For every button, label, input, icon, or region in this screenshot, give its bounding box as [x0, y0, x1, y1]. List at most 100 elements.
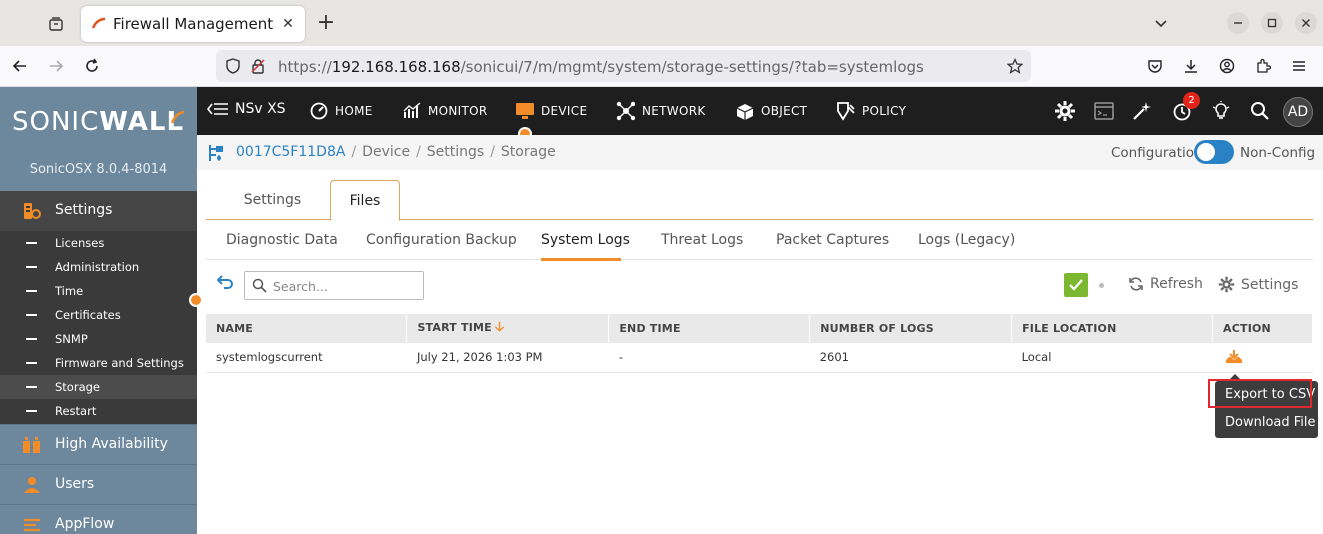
breadcrumb-device[interactable]: 0017C5F11D8A	[236, 144, 345, 160]
maximize-icon[interactable]	[1261, 12, 1283, 34]
forward-arrow-icon[interactable]	[44, 54, 68, 78]
url-path: /sonicui/7/m/mgmt/system/storage-setting…	[460, 58, 924, 76]
subtab-system-logs[interactable]: System Logs	[541, 232, 630, 248]
sidebar-item-label: Licenses	[55, 236, 105, 250]
sub-tabs: Diagnostic Data Configuration Backup Sys…	[206, 221, 1313, 261]
column-header-action: ACTION	[1212, 314, 1313, 343]
extensions-icon[interactable]	[1251, 54, 1275, 78]
back-arrow-icon[interactable]	[8, 54, 32, 78]
minimize-icon[interactable]	[1227, 12, 1249, 34]
search-box[interactable]	[244, 271, 424, 300]
logo-swoosh-icon	[171, 111, 185, 124]
close-window-icon[interactable]	[1295, 12, 1317, 34]
wizard-icon[interactable]	[1130, 99, 1154, 123]
column-header-end-time[interactable]: END TIME	[608, 314, 811, 343]
console-icon[interactable]	[1092, 99, 1116, 123]
notification-badge: 2	[1183, 92, 1200, 109]
address-bar[interactable]: https://192.168.168.168/sonicui/7/m/mgmt…	[216, 50, 1031, 82]
settings-button[interactable]: Settings	[1218, 276, 1298, 293]
chart-icon	[402, 101, 422, 121]
nav-label: POLICY	[862, 104, 907, 118]
settings-label: Settings	[1241, 276, 1299, 293]
sidebar-item-storage[interactable]: Storage	[0, 375, 197, 399]
sidebar-section-appflow[interactable]: AppFlow	[0, 504, 197, 534]
sidebar-item-label: Time	[55, 284, 84, 298]
account-icon[interactable]	[1215, 54, 1239, 78]
sidebar-section-settings[interactable]: Settings	[0, 191, 197, 231]
collapse-menu-icon	[207, 103, 228, 115]
close-tab-icon[interactable]: ✕	[279, 15, 297, 33]
sidebar-item-snmp[interactable]: SNMP	[0, 327, 197, 351]
nav-network[interactable]: NETWORK	[616, 101, 706, 121]
sidebar-item-label: Administration	[55, 260, 140, 274]
nav-device[interactable]: DEVICE	[515, 101, 587, 121]
new-tab-icon[interactable]: +	[314, 12, 338, 36]
tab-files[interactable]: Files	[330, 180, 400, 221]
download-icon[interactable]	[1179, 54, 1203, 78]
refresh-icon	[1129, 277, 1143, 291]
pocket-icon[interactable]	[1143, 54, 1167, 78]
sidebar-item-firmware[interactable]: Firmware and Settings	[0, 351, 197, 375]
config-mode-toggle[interactable]	[1194, 140, 1234, 164]
star-bookmark-icon[interactable]	[1006, 57, 1024, 75]
url-host: 192.168.168.168	[331, 58, 461, 76]
column-header-file-location[interactable]: FILE LOCATION	[1011, 314, 1213, 343]
browser-tab[interactable]: Firewall Management ✕	[81, 6, 305, 42]
gear-icon	[1218, 276, 1235, 293]
lock-icon[interactable]	[249, 57, 267, 75]
history-icon[interactable]: 2	[1170, 92, 1200, 123]
sonicwall-favicon-icon	[91, 17, 106, 29]
breadcrumb-settings-link[interactable]: Settings	[427, 144, 484, 160]
column-header-name[interactable]: NAME	[206, 314, 408, 343]
sidebar-item-certificates[interactable]: Certificates	[0, 303, 197, 327]
url-text: https://192.168.168.168/sonicui/7/m/mgmt…	[278, 58, 924, 76]
lightbulb-icon[interactable]	[1209, 99, 1233, 123]
nav-monitor[interactable]: MONITOR	[402, 101, 488, 121]
refresh-button[interactable]: Refresh	[1128, 276, 1203, 292]
tab-list-icon[interactable]	[44, 12, 68, 36]
dash-icon	[26, 386, 37, 388]
chevron-down-icon[interactable]	[1150, 12, 1172, 34]
sidebar-item-time[interactable]: Time	[0, 279, 197, 303]
select-all-checkbox[interactable]	[1064, 273, 1088, 297]
url-prefix: https://	[278, 58, 332, 76]
sidebar-section-users[interactable]: Users	[0, 464, 197, 504]
sonicwall-logo[interactable]: SONICWALL	[12, 107, 184, 137]
gear-icon[interactable]	[1053, 99, 1077, 123]
dash-icon	[26, 410, 37, 412]
column-header-number-of-logs[interactable]: NUMBER OF LOGS	[809, 314, 1013, 343]
back-undo-icon[interactable]	[216, 274, 234, 290]
search-input[interactable]	[273, 276, 419, 296]
sidebar-section-high-availability[interactable]: High Availability	[0, 424, 197, 464]
cell-file-location: Local	[1011, 343, 1213, 373]
tab-settings[interactable]: Settings	[226, 180, 319, 220]
collapse-menu-button[interactable]: NSv XS	[207, 101, 286, 117]
nav-home[interactable]: HOME	[309, 101, 373, 121]
subtab-logs-legacy[interactable]: Logs (Legacy)	[918, 232, 1015, 248]
breadcrumb-separator: /	[416, 144, 421, 160]
sidebar-section-label: AppFlow	[55, 516, 115, 532]
column-header-start-time[interactable]: START TIME 🡣	[406, 314, 610, 343]
search-icon[interactable]	[1248, 99, 1272, 123]
nav-policy[interactable]: POLICY	[836, 101, 906, 121]
brand-header: SONICWALL SonicOSX 8.0.4-8014	[0, 87, 197, 191]
subtab-threat-logs[interactable]: Threat Logs	[661, 232, 743, 248]
sidebar-item-administration[interactable]: Administration	[0, 255, 197, 279]
firmware-version: SonicOSX 8.0.4-8014	[29, 162, 168, 177]
sidebar-item-label: Restart	[55, 404, 97, 418]
nav-object[interactable]: OBJECT	[735, 101, 807, 121]
cell-action	[1212, 343, 1313, 373]
subtab-configuration-backup[interactable]: Configuration Backup	[366, 232, 517, 248]
breadcrumb-device-link[interactable]: Device	[362, 144, 410, 160]
sidebar-item-restart[interactable]: Restart	[0, 399, 197, 423]
reload-icon[interactable]	[80, 54, 104, 78]
menu-item-download-file[interactable]: Download File	[1215, 409, 1318, 437]
menu-icon[interactable]	[1287, 54, 1311, 78]
download-action-icon[interactable]	[1225, 349, 1243, 367]
sidebar-item-licenses[interactable]: Licenses	[0, 231, 197, 255]
user-avatar[interactable]: AD	[1283, 97, 1313, 127]
subtab-diagnostic-data[interactable]: Diagnostic Data	[226, 232, 338, 248]
subtab-packet-captures[interactable]: Packet Captures	[776, 232, 889, 248]
table-row[interactable]: systemlogscurrent July 21, 2026 1:03 PM …	[206, 343, 1313, 373]
shield-icon[interactable]	[224, 57, 242, 75]
